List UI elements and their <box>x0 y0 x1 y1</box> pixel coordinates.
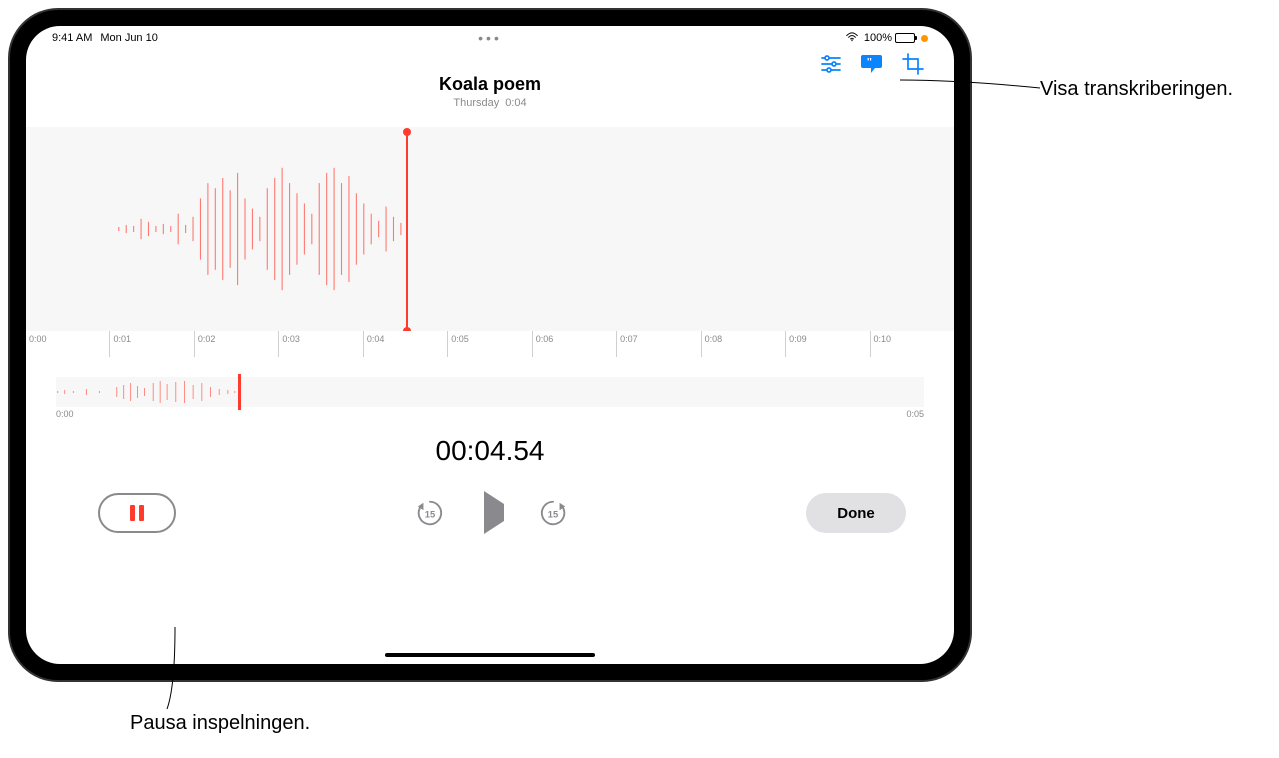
callout-pause: Pausa inspelningen. <box>130 712 310 735</box>
ruler-tick: 0:06 <box>532 331 616 357</box>
recording-subtitle: Thursday 0:04 <box>26 97 954 109</box>
ruler-tick: 0:09 <box>785 331 869 357</box>
svg-text:15: 15 <box>424 510 434 520</box>
ruler-tick: 0:01 <box>109 331 193 357</box>
waveform-area[interactable]: 0:00 0:01 0:02 0:03 0:04 0:05 0:06 0:07 … <box>26 127 954 357</box>
wifi-icon <box>846 32 858 45</box>
recording-day: Thursday <box>453 97 499 109</box>
playhead[interactable] <box>406 132 408 331</box>
ruler-tick: 0:05 <box>447 331 531 357</box>
play-icon <box>484 491 504 534</box>
svg-text:'': '' <box>867 57 872 68</box>
battery-pct: 100% <box>864 32 892 44</box>
skip-back-button[interactable]: 15 <box>415 498 445 528</box>
overview-strip[interactable]: 0:00 0:05 <box>56 377 924 417</box>
transport-controls: 15 15 <box>415 498 568 528</box>
pause-icon <box>139 505 144 521</box>
overview-start-label: 0:00 <box>56 409 74 419</box>
play-button[interactable] <box>479 504 504 522</box>
ruler-tick: 0:08 <box>701 331 785 357</box>
status-date: Mon Jun 10 <box>100 32 157 44</box>
pause-button[interactable] <box>98 493 176 533</box>
overview-playhead[interactable] <box>238 374 241 410</box>
ruler-tick: 0:00 <box>26 331 109 357</box>
screen: 9:41 AM Mon Jun 10 ••• 100% <box>26 26 954 664</box>
home-indicator[interactable] <box>385 653 595 657</box>
overview-end-label: 0:05 <box>906 409 924 419</box>
ruler-tick: 0:04 <box>363 331 447 357</box>
done-button[interactable]: Done <box>806 493 906 533</box>
ruler-tick: 0:03 <box>278 331 362 357</box>
recording-title[interactable]: Koala poem <box>26 74 954 95</box>
transcribe-icon[interactable]: '' <box>860 53 883 76</box>
status-bar: 9:41 AM Mon Jun 10 ••• 100% <box>26 26 954 48</box>
overview-waveform <box>56 377 924 407</box>
pause-icon <box>130 505 135 521</box>
ruler-tick: 0:02 <box>194 331 278 357</box>
options-icon[interactable] <box>819 53 842 76</box>
recording-duration: 0:04 <box>505 97 526 109</box>
recording-indicator-dot <box>921 35 928 42</box>
status-time: 9:41 AM <box>52 32 92 44</box>
ruler-tick: 0:10 <box>870 331 954 357</box>
crop-icon[interactable] <box>901 53 924 76</box>
callout-transcribe: Visa transkriberingen. <box>1040 78 1233 101</box>
time-ruler: 0:00 0:01 0:02 0:03 0:04 0:05 0:06 0:07 … <box>26 331 954 357</box>
ruler-tick: 0:07 <box>616 331 700 357</box>
multitask-dots[interactable]: ••• <box>478 30 502 46</box>
waveform <box>26 127 954 331</box>
svg-text:15: 15 <box>547 510 557 520</box>
elapsed-timer: 00:04.54 <box>26 435 954 467</box>
ipad-frame: 9:41 AM Mon Jun 10 ••• 100% <box>10 10 970 680</box>
battery-icon <box>895 33 915 43</box>
skip-forward-button[interactable]: 15 <box>538 498 568 528</box>
